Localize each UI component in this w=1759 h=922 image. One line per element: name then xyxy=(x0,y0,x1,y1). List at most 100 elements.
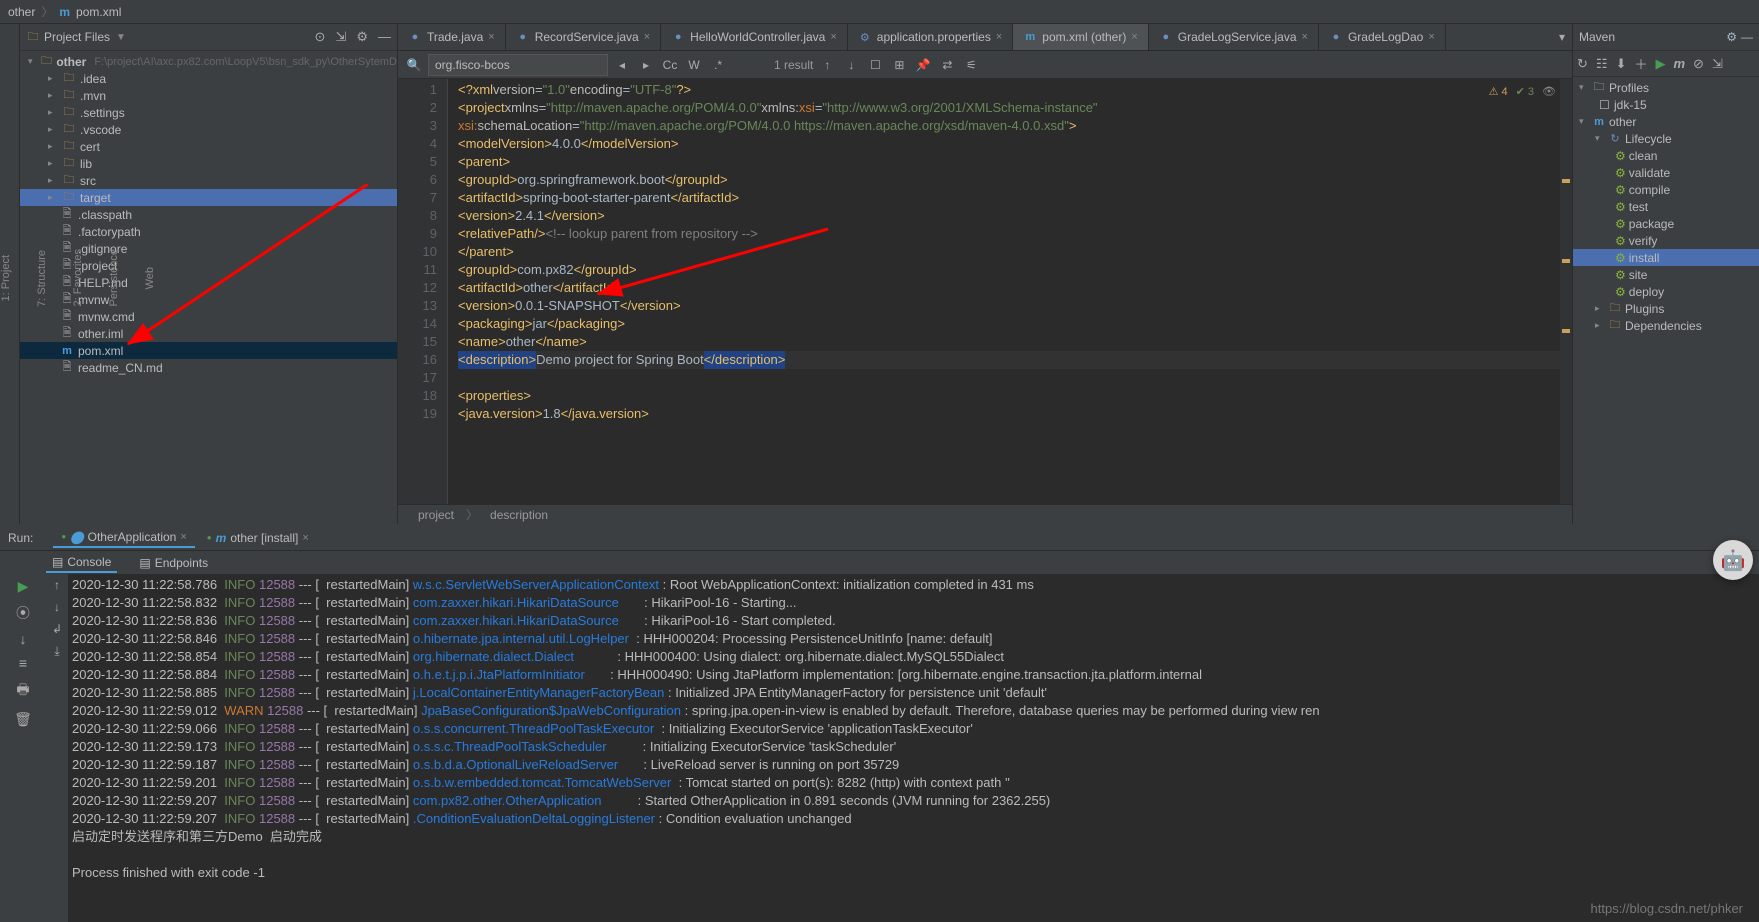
up-icon[interactable]: ↑ xyxy=(54,578,60,592)
scroll-icon[interactable]: ⤓ xyxy=(54,644,59,659)
run-subtabs: ▤Console ▤Endpoints xyxy=(0,550,1759,574)
tree-folder[interactable]: ▸🗀.mvn xyxy=(20,87,397,104)
select-all-icon[interactable]: ☐ xyxy=(865,55,885,75)
tree-file[interactable]: 🗎other.iml xyxy=(20,325,397,342)
match-case-icon[interactable]: Cc xyxy=(660,55,680,75)
tree-folder[interactable]: ▸🗀lib xyxy=(20,155,397,172)
tree-file[interactable]: 🗎.classpath xyxy=(20,206,397,223)
words-icon[interactable]: W xyxy=(684,55,704,75)
maven-goal[interactable]: ⚙site xyxy=(1573,266,1759,283)
print-icon[interactable]: 🖶 xyxy=(16,679,29,703)
run-config-tab[interactable]: ●⬤OtherApplication× xyxy=(53,528,194,548)
tree-folder[interactable]: ▸🗀cert xyxy=(20,138,397,155)
tree-file[interactable]: mpom.xml xyxy=(20,342,397,359)
tree-folder[interactable]: ▸🗀src xyxy=(20,172,397,189)
run-subtab[interactable]: ▤Console xyxy=(46,553,117,573)
maven-goal[interactable]: ⚙verify xyxy=(1573,232,1759,249)
down-icon[interactable]: ↓ xyxy=(20,631,27,647)
run-config-tab[interactable]: ●mother [install]× xyxy=(199,528,317,548)
toggle-icon[interactable]: ⇄ xyxy=(937,55,957,75)
favorites-toolwindow-tab[interactable]: 2: Favorites xyxy=(72,249,84,306)
code-editor[interactable]: 12345678910111213141516171819 <?xml vers… xyxy=(398,79,1572,504)
layout-icon[interactable]: ≡ xyxy=(19,655,27,671)
tree-folder[interactable]: ▸🗀.idea xyxy=(20,70,397,87)
generate-icon[interactable]: ☷ xyxy=(1596,56,1608,72)
maven-goal[interactable]: ⚙clean xyxy=(1573,147,1759,164)
editor-tab[interactable]: ●RecordService.java× xyxy=(506,24,661,50)
tree-file[interactable]: 🗎readme_CN.md xyxy=(20,359,397,376)
editor-tab[interactable]: mpom.xml (other)× xyxy=(1013,24,1148,50)
project-toolwindow-tab[interactable]: 1: Project xyxy=(0,255,12,301)
maven-goal[interactable]: ⚙package xyxy=(1573,215,1759,232)
breadcrumb-file[interactable]: pom.xml xyxy=(76,5,121,19)
breadcrumb-root[interactable]: other xyxy=(8,5,35,19)
editor-tab[interactable]: ⚙application.properties× xyxy=(848,24,1014,50)
up-arrow-icon[interactable]: ↑ xyxy=(817,55,837,75)
wrap-icon[interactable]: ↲ xyxy=(52,622,62,636)
rerun-icon[interactable]: ▶ xyxy=(18,578,29,595)
prev-match-icon[interactable]: ◂ xyxy=(612,55,632,75)
run-subtab[interactable]: ▤Endpoints xyxy=(133,554,214,572)
reload-icon[interactable]: ↻ xyxy=(1577,56,1588,72)
tabs-dropdown-icon[interactable]: ▾ xyxy=(1552,27,1572,47)
error-stripe[interactable] xyxy=(1560,79,1572,504)
next-match-icon[interactable]: ▸ xyxy=(636,55,656,75)
assistant-avatar[interactable]: 🤖 xyxy=(1713,540,1753,580)
show-deps-icon[interactable]: ⇲ xyxy=(1712,56,1723,72)
maven-goal[interactable]: ⚙test xyxy=(1573,198,1759,215)
run-icon[interactable]: ▶ xyxy=(1655,56,1665,72)
gear-icon[interactable]: ⚙ xyxy=(1726,30,1737,44)
project-view-title[interactable]: Project Files xyxy=(44,30,110,44)
editor-tab[interactable]: ●HelloWorldController.java× xyxy=(661,24,848,50)
maven-goal[interactable]: ⚙install xyxy=(1573,249,1759,266)
tree-folder[interactable]: ▸🗀.vscode xyxy=(20,121,397,138)
chevron-down-icon[interactable]: ▼ xyxy=(116,32,126,43)
tree-folder[interactable]: ▸🗀.settings xyxy=(20,104,397,121)
editor-tab[interactable]: ●GradeLogDao× xyxy=(1319,24,1446,50)
search-icon[interactable]: 🔍 xyxy=(404,55,424,75)
close-icon[interactable]: × xyxy=(1131,31,1137,43)
filter-icon[interactable]: ⚟ xyxy=(961,55,981,75)
run-toolbar: ▶ ⦿ ↓ ≡ 🖶 🗑 xyxy=(0,574,46,922)
tree-file[interactable]: 🗎mvnw.cmd xyxy=(20,308,397,325)
regex-icon[interactable]: .* xyxy=(708,55,728,75)
editor-breadcrumbs[interactable]: project 〉 description xyxy=(398,504,1572,524)
structure-toolwindow-tab[interactable]: 7: Structure xyxy=(36,250,48,307)
console-output[interactable]: 2020-12-30 11:22:58.786 INFO 12588 --- [… xyxy=(68,574,1759,922)
maven-tree[interactable]: ▾🗀Profiles☐jdk-15▾mother▾↻Lifecycle⚙clea… xyxy=(1573,77,1759,336)
eye-icon[interactable]: 👁 xyxy=(1542,83,1556,101)
tree-file[interactable]: 🗎.factorypath xyxy=(20,223,397,240)
editor-tab[interactable]: ●GradeLogService.java× xyxy=(1149,24,1319,50)
close-icon[interactable]: × xyxy=(830,31,836,43)
close-icon[interactable]: × xyxy=(1302,31,1308,43)
editor-tab[interactable]: ●Trade.java× xyxy=(398,24,506,50)
collapse-icon[interactable]: ⇲ xyxy=(335,29,346,45)
maven-goal[interactable]: ⚙deploy xyxy=(1573,283,1759,300)
close-icon[interactable]: × xyxy=(644,31,650,43)
find-input[interactable] xyxy=(428,54,608,76)
tree-folder-target[interactable]: ▸🗀target xyxy=(20,189,397,206)
stop-icon[interactable]: ⦿ xyxy=(16,603,30,623)
code-content[interactable]: <?xml version="1.0" encoding="UTF-8"?><p… xyxy=(448,79,1572,504)
trash-icon[interactable]: 🗑 xyxy=(14,711,32,728)
toggle-skip-icon[interactable]: ⊘ xyxy=(1693,56,1704,72)
close-icon[interactable]: × xyxy=(488,31,494,43)
hide-icon[interactable]: — xyxy=(1741,30,1753,44)
add-icon[interactable]: ＋ xyxy=(1634,54,1647,73)
add-selection-icon[interactable]: ⊞ xyxy=(889,55,909,75)
down2-icon[interactable]: ↓ xyxy=(54,600,60,614)
maven-goal[interactable]: ⚙validate xyxy=(1573,164,1759,181)
web-toolwindow-tab[interactable]: Web xyxy=(144,267,156,289)
inspections-widget[interactable]: ⚠ 4 ✔ 3 👁 xyxy=(1489,83,1556,101)
pin-icon[interactable]: 📌 xyxy=(913,55,933,75)
maven-goal[interactable]: ⚙compile xyxy=(1573,181,1759,198)
down-arrow-icon[interactable]: ↓ xyxy=(841,55,861,75)
close-icon[interactable]: × xyxy=(996,31,1002,43)
settings-icon[interactable]: ⚙ xyxy=(356,29,368,45)
download-icon[interactable]: ⬇ xyxy=(1616,56,1627,72)
hide-icon[interactable]: — xyxy=(378,29,391,45)
m-icon[interactable]: m xyxy=(1673,56,1685,71)
close-icon[interactable]: × xyxy=(1428,31,1434,43)
locate-icon[interactable]: ⊙ xyxy=(315,29,326,45)
persistence-toolwindow-tab[interactable]: Persistence xyxy=(108,249,120,306)
